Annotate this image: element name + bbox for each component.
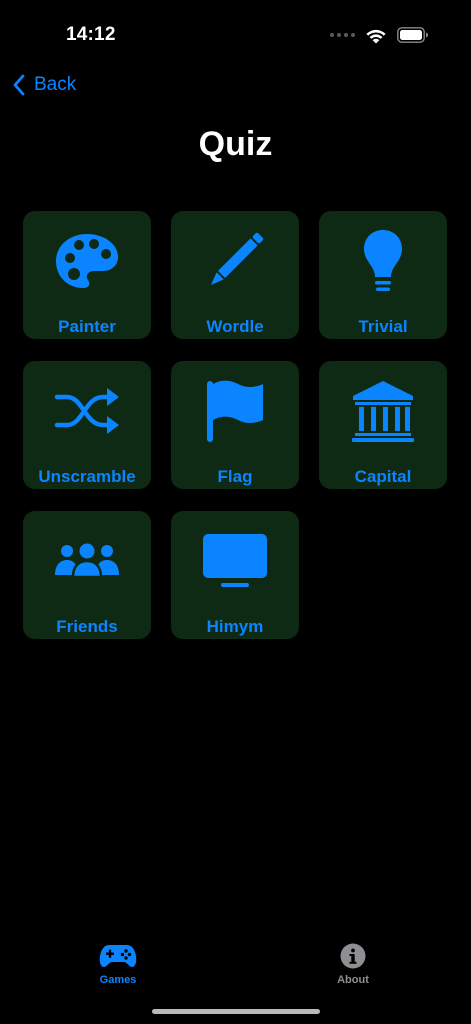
tab-games[interactable]: Games — [58, 942, 178, 986]
back-label: Back — [34, 74, 77, 95]
tab-label: About — [337, 974, 369, 986]
status-bar: 14:12 — [0, 0, 471, 70]
tab-label: Games — [99, 974, 137, 986]
cellular-signal-icon — [330, 33, 355, 37]
flag-icon — [207, 380, 263, 442]
tile-wordle[interactable]: Wordle — [171, 211, 299, 339]
page-title: Quiz — [198, 125, 273, 163]
bank-icon — [352, 381, 414, 442]
tile-flag[interactable]: Flag — [171, 361, 299, 489]
gamecontroller-icon — [99, 945, 137, 967]
people-icon — [55, 543, 119, 579]
home-indicator — [152, 1009, 320, 1014]
back-button[interactable]: Back — [12, 70, 76, 100]
tile-label: Himym — [206, 617, 264, 636]
tile-himym[interactable]: Himym — [171, 511, 299, 639]
tile-label: Friends — [56, 617, 118, 636]
tv-icon — [203, 534, 267, 587]
tile-label: Flag — [217, 467, 253, 486]
wifi-icon — [366, 29, 386, 43]
tile-label: Wordle — [206, 317, 264, 336]
battery-icon — [397, 27, 428, 43]
pencil-icon — [210, 232, 264, 286]
status-time: 14:12 — [66, 24, 116, 45]
tab-about[interactable]: About — [293, 942, 413, 986]
info-icon — [340, 943, 366, 969]
status-indicators — [330, 24, 429, 46]
tile-unscramble[interactable]: Unscramble — [23, 361, 151, 489]
shuffle-icon — [54, 388, 119, 434]
tile-label: Painter — [58, 317, 116, 336]
tile-painter[interactable]: Painter — [23, 211, 151, 339]
chevron-left-icon — [13, 74, 25, 96]
quiz-grid: Painter Wordle Trivial Unscramble Flag C… — [23, 211, 449, 639]
lightbulb-icon — [364, 230, 402, 291]
tile-trivial[interactable]: Trivial — [319, 211, 447, 339]
tile-label: Capital — [354, 467, 412, 486]
tile-capital[interactable]: Capital — [319, 361, 447, 489]
tile-label: Trivial — [358, 317, 408, 336]
palette-icon — [56, 234, 118, 288]
tile-label: Unscramble — [38, 467, 136, 486]
tile-friends[interactable]: Friends — [23, 511, 151, 639]
